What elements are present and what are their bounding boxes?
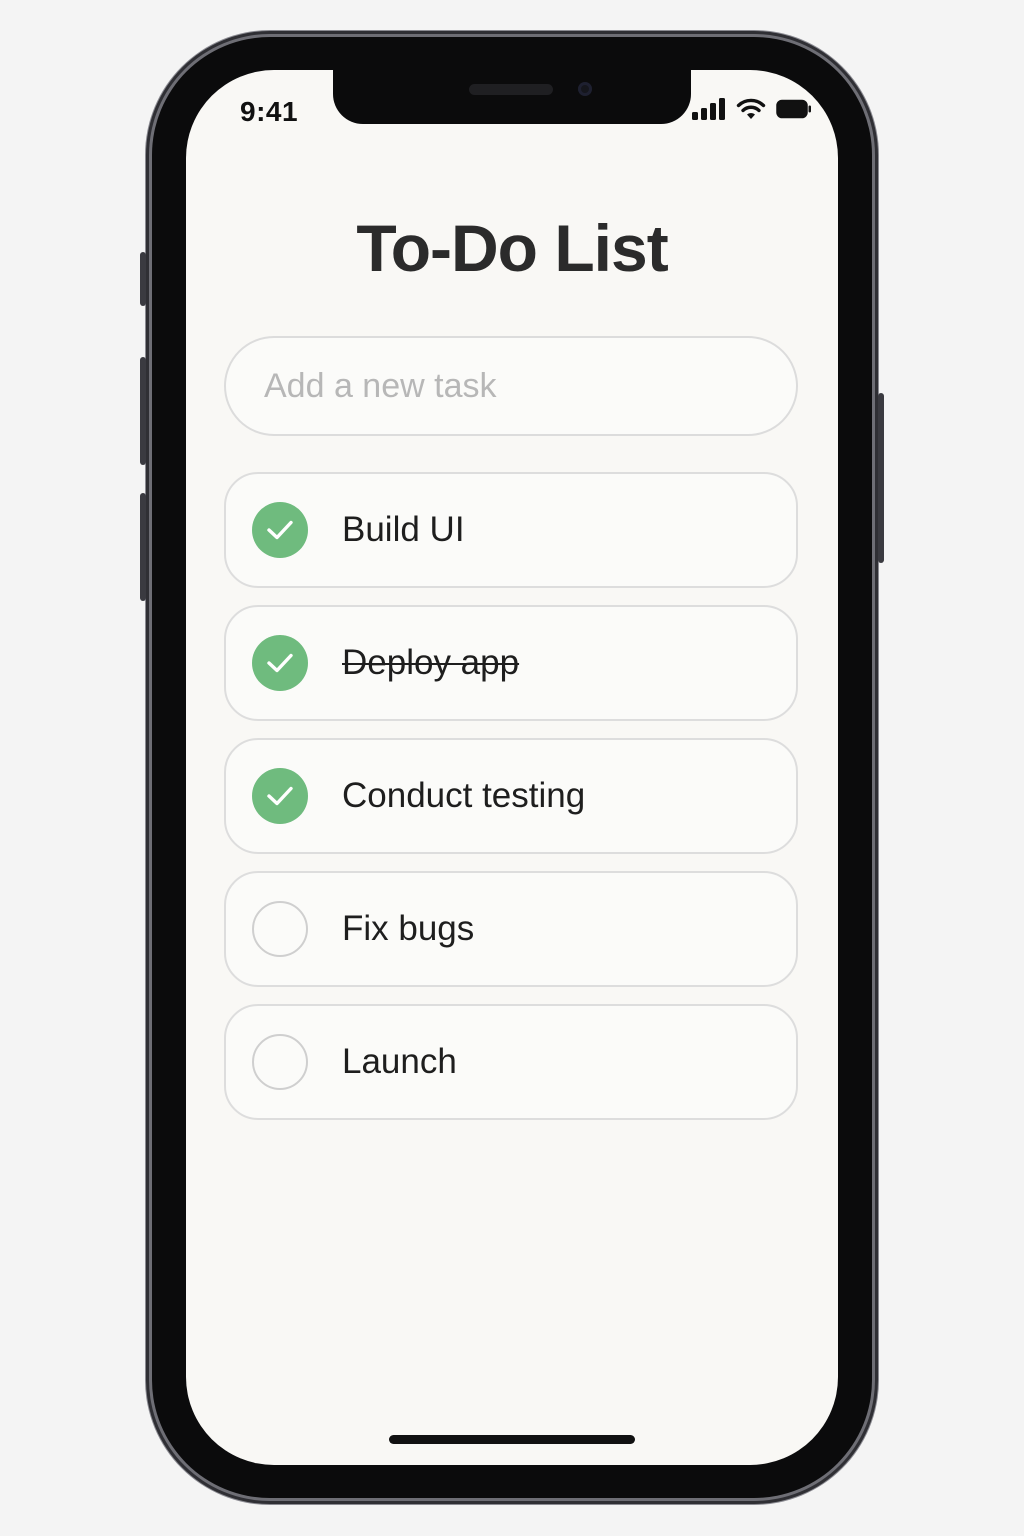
page-title: To-Do List bbox=[356, 211, 668, 285]
task-item[interactable]: Launch bbox=[224, 1004, 798, 1120]
task-checkbox[interactable] bbox=[252, 901, 308, 957]
phone-frame: 9:41 To-Do List Add a new task Build UI … bbox=[140, 37, 884, 1498]
app-screen: 9:41 To-Do List Add a new task Build UI … bbox=[186, 70, 838, 1465]
checkmark-icon bbox=[267, 653, 293, 673]
battery-icon bbox=[776, 99, 811, 119]
volume-up-button bbox=[140, 357, 146, 465]
task-item[interactable]: Fix bugs bbox=[224, 871, 798, 987]
task-checkbox[interactable] bbox=[252, 1034, 308, 1090]
task-label: Launch bbox=[342, 1042, 457, 1081]
volume-down-button bbox=[140, 493, 146, 601]
cellular-signal-icon bbox=[692, 98, 725, 120]
task-label: Build UI bbox=[342, 510, 465, 549]
task-label: Deploy app bbox=[342, 643, 520, 682]
status-time: 9:41 bbox=[240, 96, 299, 127]
task-list: Build UI Deploy app Conduct testing Fix … bbox=[224, 472, 798, 1137]
checkmark-icon bbox=[267, 520, 293, 540]
task-item[interactable]: Build UI bbox=[224, 472, 798, 588]
new-task-input[interactable] bbox=[224, 336, 798, 436]
front-camera bbox=[578, 82, 592, 96]
task-checkbox[interactable] bbox=[252, 502, 308, 558]
wifi-icon bbox=[736, 98, 766, 119]
status-icons bbox=[692, 98, 812, 120]
task-checkbox[interactable] bbox=[252, 635, 308, 691]
task-item[interactable]: Conduct testing bbox=[224, 738, 798, 854]
task-checkbox[interactable] bbox=[252, 768, 308, 824]
checkmark-icon bbox=[267, 786, 293, 806]
notch bbox=[333, 70, 691, 124]
page: 9:41 To-Do List Add a new task Build UI … bbox=[0, 0, 1024, 1536]
task-label: Conduct testing bbox=[342, 776, 586, 815]
home-indicator[interactable] bbox=[389, 1435, 635, 1444]
power-button bbox=[878, 393, 884, 563]
silent-switch bbox=[140, 252, 146, 306]
task-item[interactable]: Deploy app bbox=[224, 605, 798, 721]
task-label: Fix bugs bbox=[342, 909, 475, 948]
